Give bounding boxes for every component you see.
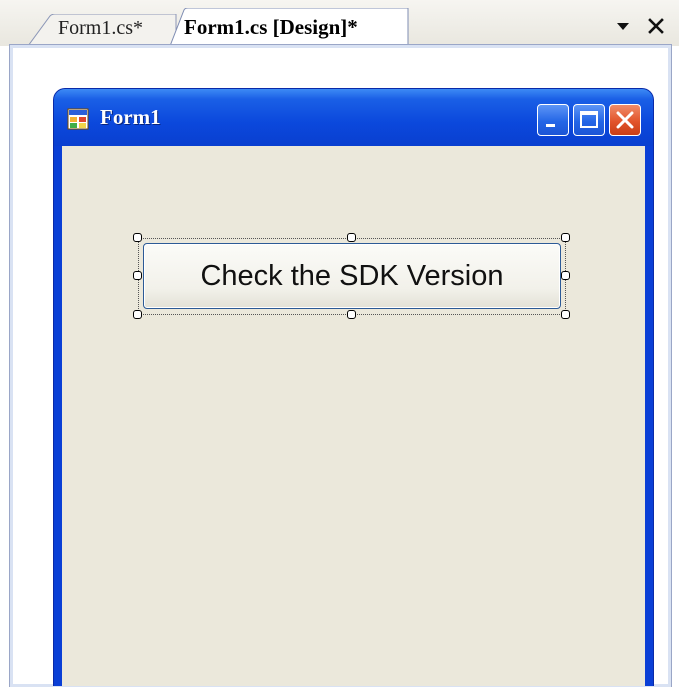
maximize-icon: [580, 111, 598, 128]
tab-label: Form1.cs*: [58, 17, 143, 39]
form-app-icon: [67, 108, 89, 130]
close-button[interactable]: [609, 104, 641, 136]
resize-handle-right[interactable]: [561, 271, 570, 280]
resize-handle-bottom-right[interactable]: [561, 310, 570, 319]
minimize-icon: [546, 124, 555, 127]
close-icon: [616, 111, 634, 129]
resize-handle-top[interactable]: [347, 233, 356, 242]
maximize-button[interactable]: [573, 104, 605, 136]
resize-handle-top-left[interactable]: [133, 233, 142, 242]
tab-label: Form1.cs [Design]*: [184, 15, 358, 39]
resize-handle-left[interactable]: [133, 271, 142, 280]
resize-handle-top-right[interactable]: [561, 233, 570, 242]
form-title: Form1: [100, 105, 161, 129]
document-tab-strip: Form1.cs* Form1.cs [Design]*: [0, 0, 679, 46]
check-sdk-version-button[interactable]: Check the SDK Version: [143, 243, 561, 309]
form-titlebar[interactable]: Form1: [54, 89, 653, 146]
form-client-area[interactable]: [62, 146, 645, 686]
close-icon[interactable]: [647, 17, 665, 35]
tab-form1-code[interactable]: Form1.cs*: [28, 14, 178, 46]
tab-form1-design[interactable]: Form1.cs [Design]*: [170, 8, 410, 46]
resize-handle-bottom-left[interactable]: [133, 310, 142, 319]
minimize-button[interactable]: [537, 104, 569, 136]
resize-handle-bottom[interactable]: [347, 310, 356, 319]
chevron-down-icon[interactable]: [615, 18, 631, 34]
form-window[interactable]: Form1: [53, 88, 654, 686]
